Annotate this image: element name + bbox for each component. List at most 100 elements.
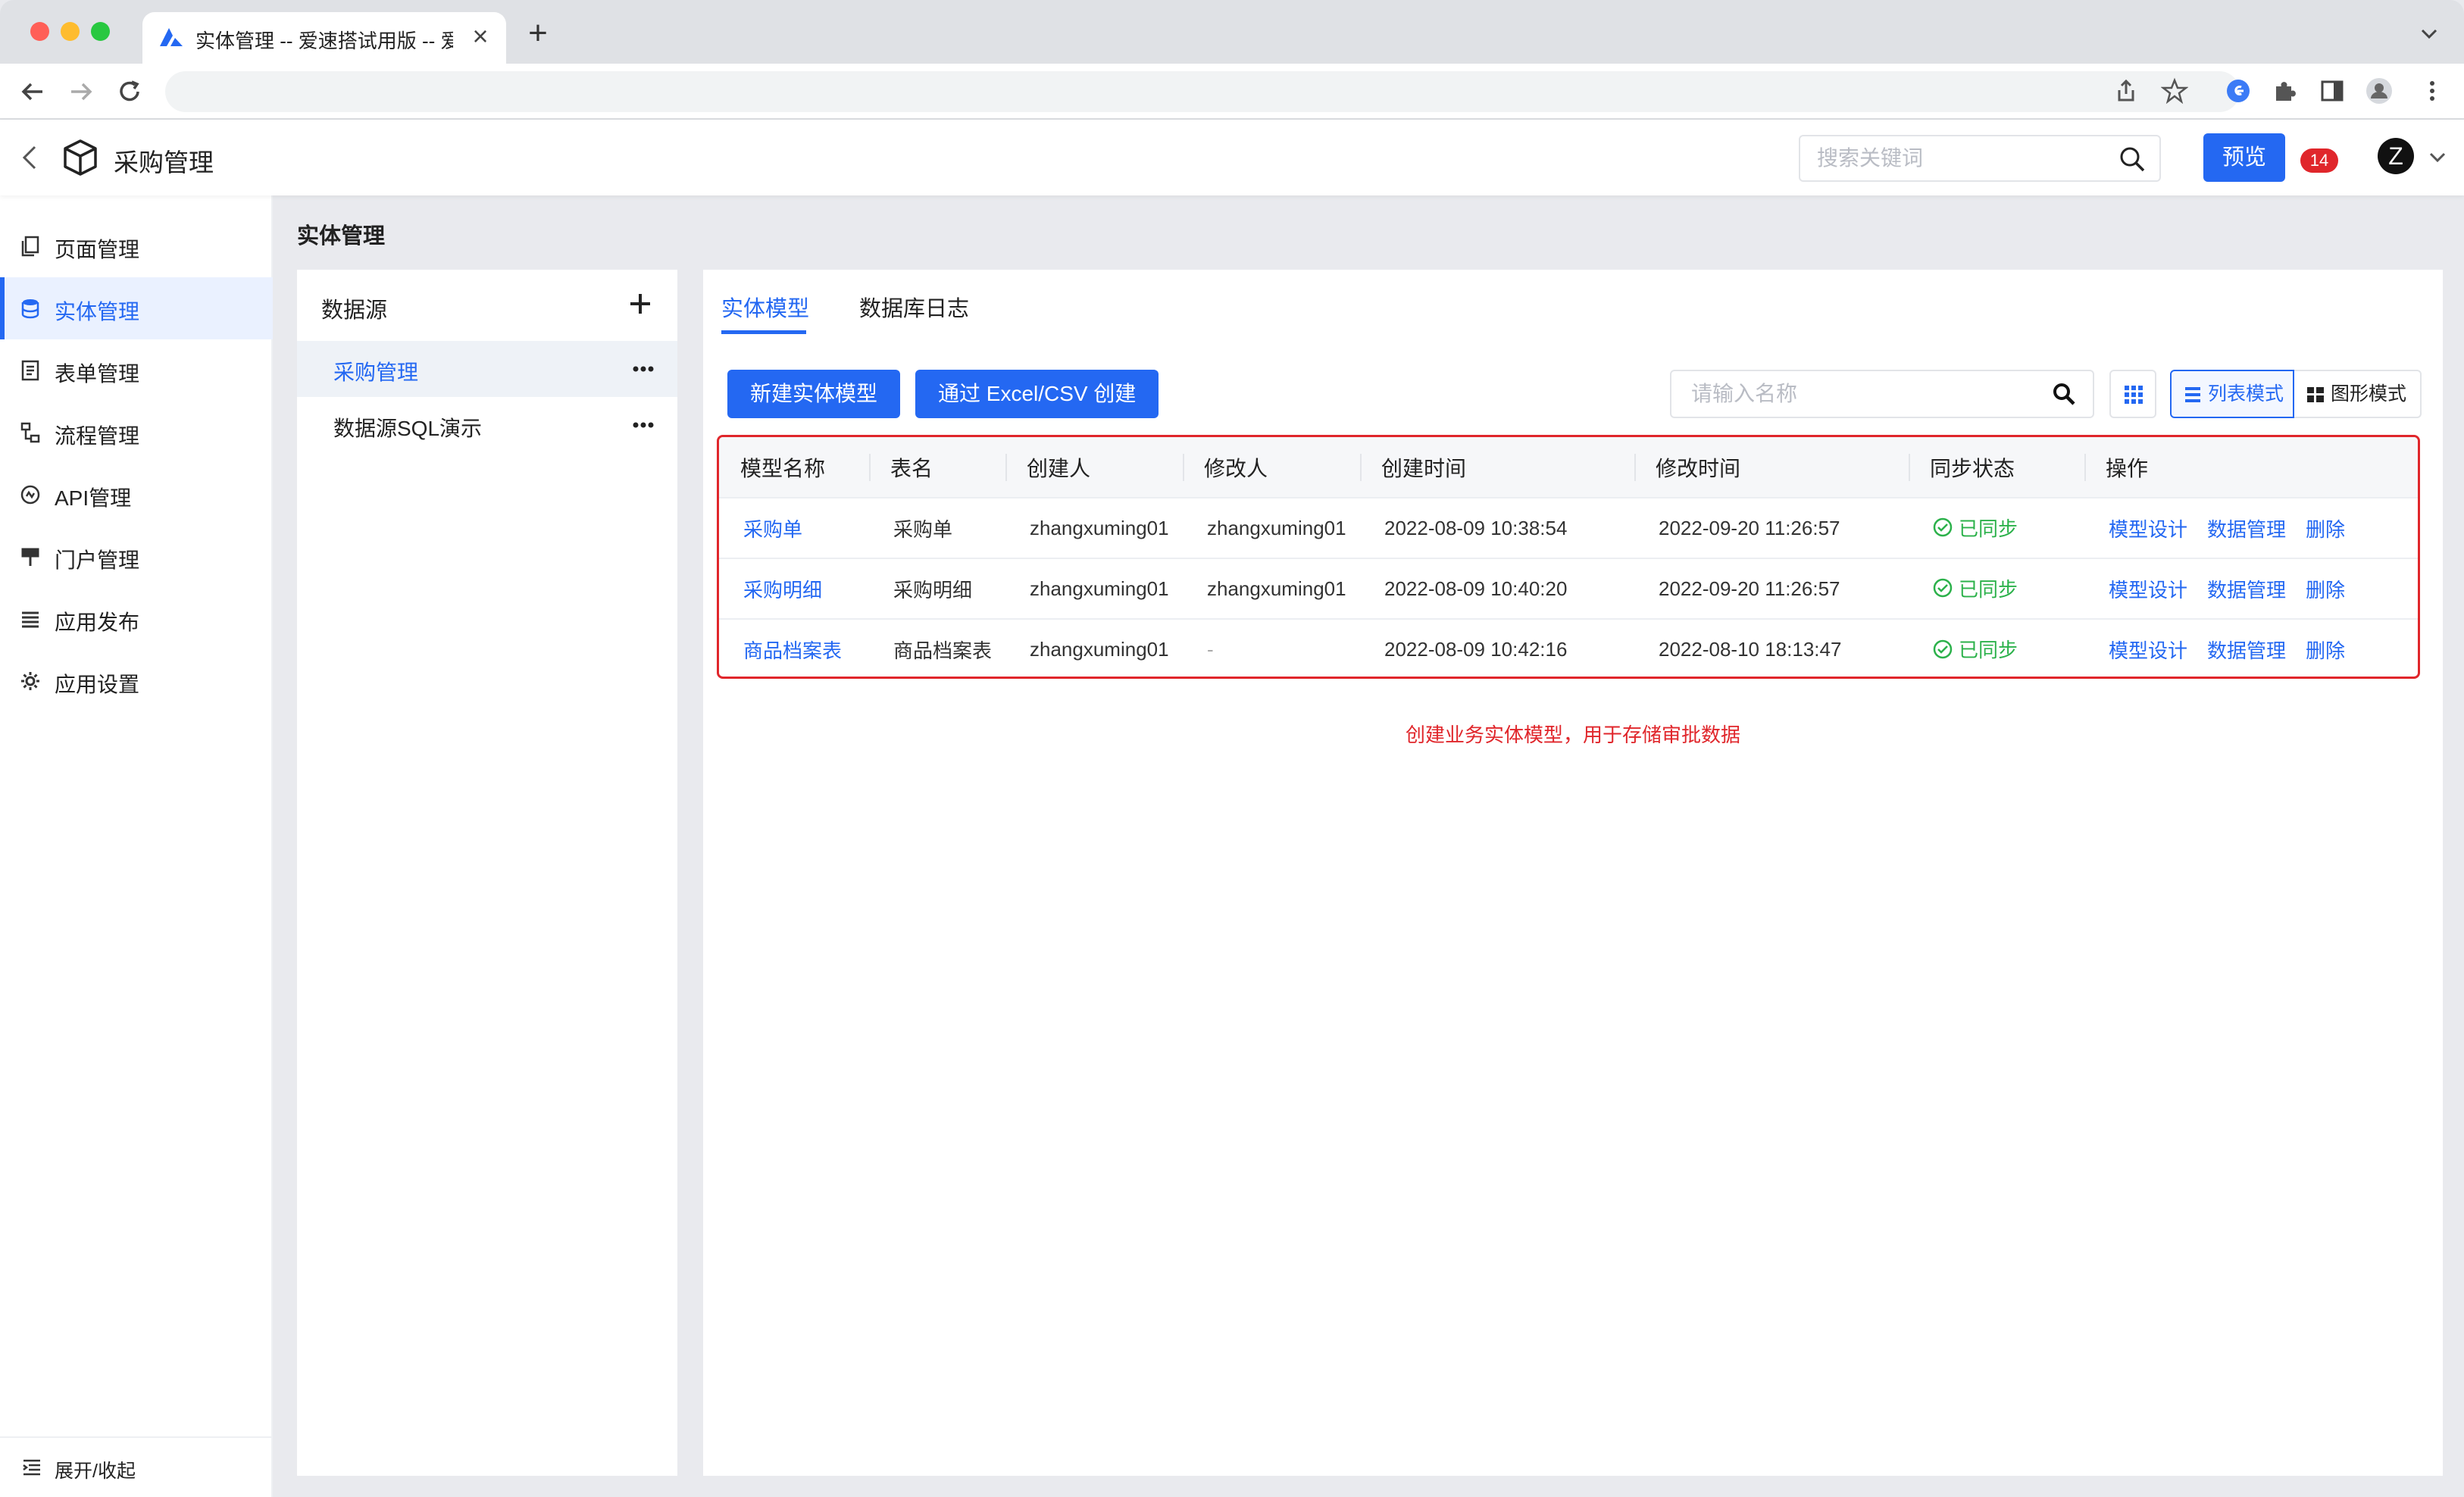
- model-name-link[interactable]: 采购明细: [719, 558, 869, 620]
- browser-menu-icon[interactable]: [2417, 76, 2447, 106]
- more-options-icon[interactable]: [630, 414, 656, 436]
- add-datasource-icon[interactable]: [627, 291, 653, 317]
- list-mode-button[interactable]: 列表模式: [2170, 370, 2294, 418]
- list-mode-label: 列表模式: [2208, 383, 2284, 405]
- import-excel-csv-button[interactable]: 通过 Excel/CSV 创建: [915, 370, 1159, 418]
- chevron-down-icon[interactable]: [2428, 147, 2447, 167]
- new-tab-button[interactable]: +: [523, 17, 553, 50]
- data-manage-link[interactable]: 数据管理: [2207, 639, 2286, 662]
- browser-tab-close-icon[interactable]: ×: [465, 21, 496, 52]
- name-search-input[interactable]: [1691, 371, 2040, 417]
- window-close-button[interactable]: [30, 22, 49, 41]
- sync-status-label: 已同步: [1959, 577, 2018, 601]
- api-icon: [20, 485, 40, 505]
- sidebar-item-label: 页面管理: [55, 238, 140, 261]
- tab-entity-model[interactable]: 实体模型: [721, 291, 809, 323]
- sidebar-item-publish[interactable]: 应用发布: [0, 588, 273, 650]
- model-design-link[interactable]: 模型设计: [2109, 579, 2187, 602]
- back-chevron-icon[interactable]: [17, 141, 44, 174]
- header-search-input[interactable]: [1817, 136, 2105, 180]
- preview-button[interactable]: 预览: [2203, 133, 2285, 182]
- cube-icon: [64, 139, 97, 176]
- data-manage-link[interactable]: 数据管理: [2207, 579, 2286, 602]
- model-name-link[interactable]: 商品档案表: [719, 619, 869, 677]
- notification-badge[interactable]: 14: [2300, 148, 2338, 173]
- model-design-link[interactable]: 模型设计: [2109, 639, 2187, 662]
- header-search-box[interactable]: [1799, 135, 2161, 182]
- data-manage-link[interactable]: 数据管理: [2207, 518, 2286, 541]
- browser-tab[interactable]: 实体管理 -- 爱速搭试用版 -- 爱速搭 ×: [142, 12, 506, 64]
- column-header[interactable]: 修改时间: [1634, 437, 1909, 498]
- reload-icon[interactable]: [114, 76, 145, 108]
- sidebar-item-flows[interactable]: 流程管理: [0, 402, 273, 464]
- extension-g-icon[interactable]: [2223, 76, 2253, 106]
- modified-time-cell: 2022-09-20 11:26:57: [1634, 558, 1909, 620]
- side-panel-icon[interactable]: [2317, 76, 2347, 106]
- window-zoom-button[interactable]: [91, 22, 110, 41]
- url-field[interactable]: [165, 71, 2240, 112]
- delete-link[interactable]: 删除: [2306, 639, 2345, 662]
- modifier-cell: zhangxuming01: [1183, 498, 1360, 559]
- pages-icon: [21, 236, 39, 257]
- column-header[interactable]: 修改人: [1183, 437, 1360, 498]
- sidebar-item-portal[interactable]: 门户管理: [0, 526, 273, 588]
- column-header[interactable]: 表名: [869, 437, 1005, 498]
- model-name-link[interactable]: 采购单: [719, 498, 869, 559]
- sidebar-item-label: 实体管理: [55, 300, 140, 323]
- sync-status-cell: 已同步: [1909, 619, 2084, 677]
- delete-link[interactable]: 删除: [2306, 518, 2345, 541]
- table-name-cell: 采购单: [869, 498, 1005, 559]
- share-icon[interactable]: [2112, 77, 2140, 105]
- avatar[interactable]: Z: [2378, 138, 2414, 174]
- graph-mode-label: 图形模式: [2331, 383, 2407, 405]
- bookmark-star-icon[interactable]: [2161, 77, 2188, 105]
- annotation-note: 创建业务实体模型，用于存储审批数据: [1405, 723, 1740, 746]
- table-header-row: 模型名称 表名 创建人 修改人 创建时间 修改时间 同步状态 操作: [719, 437, 2418, 498]
- datasource-item[interactable]: 采购管理: [297, 341, 677, 397]
- collapse-label: 展开/收起: [55, 1461, 136, 1482]
- search-icon[interactable]: [2118, 145, 2146, 173]
- browser-tab-title: 实体管理 -- 爱速搭试用版 -- 爱速搭: [195, 30, 453, 52]
- sidebar-item-pages[interactable]: 页面管理: [0, 215, 273, 277]
- profile-icon[interactable]: [2364, 76, 2394, 106]
- sidebar-item-api[interactable]: API管理: [0, 464, 273, 526]
- search-icon[interactable]: [2052, 382, 2076, 406]
- app-title: 采购管理: [114, 148, 214, 177]
- column-header[interactable]: 创建时间: [1360, 437, 1634, 498]
- more-options-icon[interactable]: [630, 358, 656, 380]
- publish-icon: [22, 611, 39, 628]
- window-minimize-button[interactable]: [61, 22, 80, 41]
- column-header[interactable]: 模型名称: [719, 437, 869, 498]
- table-row: 采购明细 采购明细 zhangxuming01 zhangxuming01 20…: [719, 558, 2418, 620]
- sidebar-collapse-toggle[interactable]: 展开/收起: [0, 1436, 271, 1497]
- column-settings-button[interactable]: [2109, 370, 2156, 418]
- tab-database-log[interactable]: 数据库日志: [859, 291, 969, 323]
- column-header[interactable]: 同步状态: [1909, 437, 2084, 498]
- view-mode-toggle: 列表模式 图形模式: [2170, 370, 2423, 418]
- created-time-cell: 2022-08-09 10:40:20: [1360, 558, 1634, 620]
- back-arrow-icon[interactable]: [17, 76, 48, 108]
- form-icon: [21, 360, 39, 381]
- active-tab-indicator: [721, 330, 806, 334]
- column-header[interactable]: 创建人: [1005, 437, 1183, 498]
- actions-cell: 模型设计 数据管理 删除: [2084, 619, 2418, 677]
- table-name-cell: 商品档案表: [893, 639, 993, 662]
- sidebar-item-settings[interactable]: 应用设置: [0, 650, 273, 712]
- model-design-link[interactable]: 模型设计: [2109, 518, 2187, 541]
- tab-search-chevron-icon[interactable]: [2417, 21, 2441, 45]
- extensions-puzzle-icon[interactable]: [2270, 76, 2300, 106]
- delete-link[interactable]: 删除: [2306, 579, 2345, 602]
- datasource-item-label: 采购管理: [333, 361, 419, 384]
- graph-mode-button[interactable]: 图形模式: [2294, 370, 2422, 418]
- sidebar-item-forms[interactable]: 表单管理: [0, 339, 273, 402]
- sidebar: 页面管理 实体管理 表单管理 流程管理 API管理 门户管理 应用发布 应用设置…: [0, 195, 273, 1497]
- new-entity-model-button[interactable]: 新建实体模型: [727, 370, 901, 418]
- datasource-item[interactable]: 数据源SQL演示: [297, 397, 677, 453]
- sidebar-item-label: 表单管理: [55, 362, 140, 386]
- forward-arrow-icon[interactable]: [65, 76, 97, 108]
- modified-time-cell: 2022-08-10 18:13:47: [1659, 638, 1842, 661]
- sync-status: 已同步: [1933, 514, 2018, 542]
- creator-cell: zhangxuming01: [1030, 638, 1169, 661]
- sidebar-item-entities[interactable]: 实体管理: [0, 277, 273, 339]
- name-search-box[interactable]: [1670, 370, 2094, 418]
